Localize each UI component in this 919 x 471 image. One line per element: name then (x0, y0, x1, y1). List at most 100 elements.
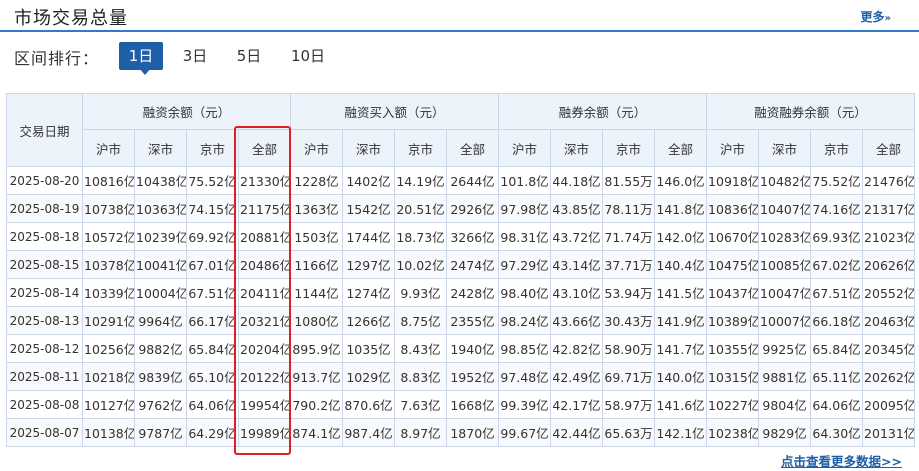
value-cell: 71.74万 (602, 222, 656, 251)
value-cell: 69.71万 (602, 362, 656, 391)
value-cell: 1029亿 (342, 362, 396, 391)
value-cell: 64.06亿 (186, 390, 239, 419)
value-cell: 142.1亿 (654, 418, 708, 447)
value-cell: 874.1亿 (290, 418, 344, 447)
value-cell: 10339亿 (82, 278, 135, 307)
value-cell: 1080亿 (290, 306, 344, 335)
value-cell: 141.7亿 (654, 334, 708, 363)
value-cell: 10007亿 (758, 306, 812, 335)
value-cell: 10475亿 (706, 250, 760, 279)
value-cell: 10670亿 (706, 222, 760, 251)
value-cell: 10355亿 (706, 334, 760, 363)
value-cell: 10407亿 (758, 194, 812, 223)
tab-10-day[interactable]: 10日 (286, 42, 330, 70)
tab-1-day[interactable]: 1日 (119, 42, 163, 70)
value-cell: 97.29亿 (498, 250, 552, 279)
margin-trading-table: 交易日期 融资余额（元） 融资买入额（元） 融券余额（元） 融资融券余额（元） … (6, 93, 916, 447)
date-cell: 2025-08-15 (6, 250, 83, 279)
value-cell: 1297亿 (342, 250, 396, 279)
date-cell: 2025-08-19 (6, 194, 83, 223)
more-arrow-icon: » (884, 13, 891, 24)
value-cell: 141.5亿 (654, 278, 708, 307)
more-link[interactable]: 更多» (861, 8, 891, 25)
date-cell: 2025-08-07 (6, 418, 83, 447)
value-cell: 987.4亿 (342, 418, 396, 447)
value-cell: 75.52亿 (810, 166, 864, 195)
value-cell: 43.85亿 (550, 194, 604, 223)
value-cell: 1228亿 (290, 166, 344, 195)
tab-3-day[interactable]: 3日 (176, 42, 214, 70)
value-cell: 1266亿 (342, 306, 396, 335)
value-cell: 10836亿 (706, 194, 760, 223)
date-cell: 2025-08-18 (6, 222, 83, 251)
value-cell: 9925亿 (758, 334, 812, 363)
subheader-row: 沪市 深市 京市 全部 沪市 深市 京市 全部 沪市 深市 京市 全部 沪市 深市 京市 全部 (7, 129, 916, 167)
value-cell: 1668亿 (446, 390, 500, 419)
group-header-margin-balance: 融资余额（元） (81, 93, 292, 130)
value-cell: 65.11亿 (810, 362, 864, 391)
subheader-cell: 沪市 (82, 129, 135, 167)
value-cell: 64.30亿 (810, 418, 864, 447)
value-cell: 9829亿 (758, 418, 812, 447)
value-cell: 1035亿 (342, 334, 396, 363)
value-cell: 30.43万 (602, 306, 656, 335)
group-header-margin-buy: 融资买入额（元） (290, 93, 500, 130)
subheader-cell: 沪市 (498, 129, 552, 167)
value-cell: 67.01亿 (186, 250, 239, 279)
value-cell: 8.75亿 (394, 306, 448, 335)
value-cell: 10389亿 (706, 306, 760, 335)
value-cell: 140.0亿 (654, 362, 708, 391)
value-cell: 9882亿 (134, 334, 187, 363)
value-cell: 64.29亿 (186, 418, 239, 447)
table-row: 2025-08-07 10138亿 9787亿 64.29亿 19989亿 874.1亿 9… (6, 418, 916, 447)
more-data-link[interactable]: 点击查看更多数据>> (781, 451, 902, 470)
subheader-cell: 京市 (394, 129, 448, 167)
value-cell: 66.18亿 (810, 306, 864, 335)
value-cell: 67.51亿 (186, 278, 239, 307)
value-cell: 10239亿 (134, 222, 187, 251)
value-cell: 43.66亿 (550, 306, 604, 335)
value-cell: 20095亿 (862, 390, 916, 419)
value-cell: 99.39亿 (498, 390, 552, 419)
value-cell: 20131亿 (862, 418, 916, 447)
value-cell: 99.67亿 (498, 418, 552, 447)
value-cell: 20881亿 (237, 222, 292, 251)
subheader-cell: 全部 (237, 129, 292, 167)
table-body: 2025-08-20 10816亿 10438亿 75.52亿 21330亿 1228亿 1… (6, 166, 916, 447)
value-cell: 141.9亿 (654, 306, 708, 335)
subheader-cell: 京市 (602, 129, 656, 167)
value-cell: 10378亿 (82, 250, 135, 279)
value-cell: 2474亿 (446, 250, 500, 279)
value-cell: 20204亿 (237, 334, 292, 363)
table-row: 2025-08-13 10291亿 9964亿 66.17亿 20321亿 1080亿 12… (6, 306, 916, 335)
value-cell: 10227亿 (706, 390, 760, 419)
value-cell: 20321亿 (237, 306, 292, 335)
value-cell: 20.51亿 (394, 194, 448, 223)
value-cell: 142.0亿 (654, 222, 708, 251)
value-cell: 20552亿 (862, 278, 916, 307)
value-cell: 66.17亿 (186, 306, 239, 335)
value-cell: 10004亿 (134, 278, 187, 307)
value-cell: 2644亿 (446, 166, 500, 195)
value-cell: 65.10亿 (186, 362, 239, 391)
value-cell: 21175亿 (237, 194, 292, 223)
subheader-cell: 深市 (342, 129, 396, 167)
value-cell: 1402亿 (342, 166, 396, 195)
value-cell: 1274亿 (342, 278, 396, 307)
value-cell: 10291亿 (82, 306, 135, 335)
value-cell: 18.73亿 (394, 222, 448, 251)
value-cell: 790.2亿 (290, 390, 344, 419)
subheader-cell: 深市 (134, 129, 187, 167)
value-cell: 65.84亿 (810, 334, 864, 363)
value-cell: 10315亿 (706, 362, 760, 391)
table-row: 2025-08-20 10816亿 10438亿 75.52亿 21330亿 1228亿 1… (6, 166, 916, 195)
value-cell: 1503亿 (290, 222, 344, 251)
table-row: 2025-08-19 10738亿 10363亿 74.15亿 21175亿 1363亿 1… (6, 194, 916, 223)
value-cell: 146.0亿 (654, 166, 708, 195)
value-cell: 9839亿 (134, 362, 187, 391)
value-cell: 10482亿 (758, 166, 812, 195)
date-cell: 2025-08-12 (6, 334, 83, 363)
table-row: 2025-08-08 10127亿 9762亿 64.06亿 19954亿 790.2亿 8… (6, 390, 916, 419)
value-cell: 21476亿 (862, 166, 916, 195)
tab-5-day[interactable]: 5日 (230, 42, 268, 70)
